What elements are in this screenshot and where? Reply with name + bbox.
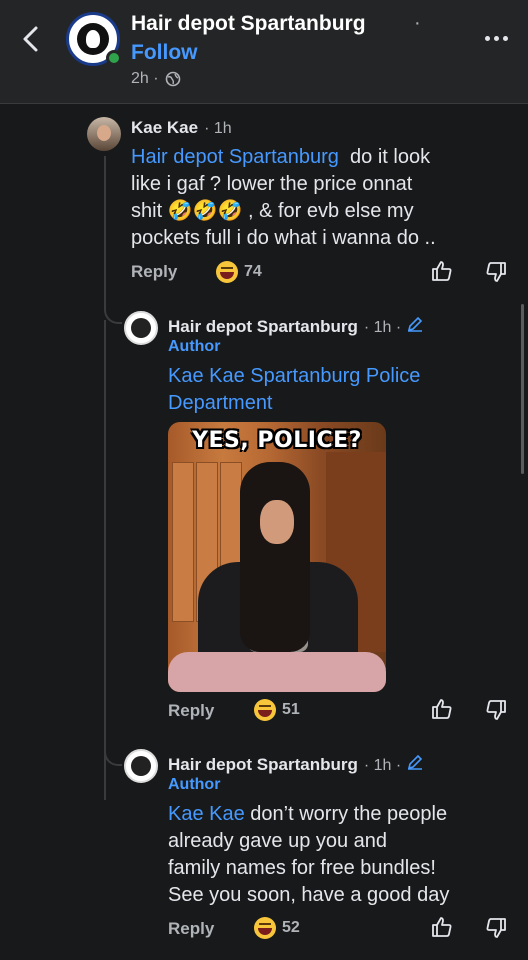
reaction-count: 51 — [282, 701, 300, 718]
avatar-kae-kae[interactable] — [87, 117, 121, 151]
page-name[interactable]: Hair depot Spartanburg — [131, 12, 366, 36]
edit-pencil-icon — [408, 754, 423, 770]
gif-attachment[interactable]: YES, POLICE? — [168, 422, 386, 692]
comment-1-header: Kae Kae · 1h — [131, 118, 232, 138]
mention-link[interactable]: Department — [168, 390, 508, 417]
text-line: See you soon, have a good day — [168, 884, 450, 906]
avatar-hair-depot[interactable] — [124, 749, 158, 783]
thumbs-up-icon[interactable] — [430, 259, 454, 283]
more-options-icon[interactable] — [478, 28, 514, 48]
thread-connector — [104, 284, 122, 324]
thumbs-down-icon[interactable] — [484, 260, 508, 284]
text-line: family names for free bundles! — [168, 857, 436, 879]
author-badge: Author — [168, 338, 221, 355]
reaction-summary[interactable]: 52 — [254, 917, 300, 939]
thread-connector — [104, 730, 122, 766]
post-time: 2h · — [131, 70, 159, 87]
edit-pencil-icon — [408, 316, 423, 332]
reaction-summary[interactable]: 74 — [216, 261, 262, 283]
thumbs-down-icon[interactable] — [484, 916, 508, 940]
comment-time: · 1h · — [363, 757, 402, 774]
text-line: do it look — [350, 146, 431, 168]
comment-author[interactable]: Hair depot Spartanburg — [168, 317, 358, 337]
back-arrow-icon[interactable] — [16, 22, 46, 56]
reaction-summary[interactable]: 51 — [254, 699, 300, 721]
comment-3-header: Hair depot Spartanburg · 1h · — [168, 754, 423, 775]
text-line: like i gaf ? lower the price onnat — [131, 173, 413, 195]
comment-2-header: Hair depot Spartanburg · 1h · — [168, 316, 423, 337]
thread-line — [104, 156, 106, 286]
online-status-dot — [106, 50, 122, 66]
reaction-count: 74 — [244, 263, 262, 280]
follow-button[interactable]: Follow — [131, 41, 198, 65]
avatar-hair-depot[interactable] — [124, 311, 158, 345]
text-line: , & for evb else my — [247, 200, 414, 222]
scrollbar[interactable] — [521, 304, 524, 474]
text-line: pockets full i do what i wanna do .. — [131, 227, 436, 249]
comment-author[interactable]: Kae Kae — [131, 118, 198, 138]
reaction-count: 52 — [282, 919, 300, 936]
comment-1-text: Hair depot Spartanburg do it look like i… — [131, 144, 521, 252]
mention-link[interactable]: Hair depot Spartanburg — [131, 146, 339, 168]
thumbs-up-icon[interactable] — [430, 915, 454, 939]
thumbs-up-icon[interactable] — [430, 697, 454, 721]
comment-time: · 1h — [204, 120, 232, 137]
text-line: shit — [131, 200, 163, 222]
thread-line — [104, 320, 106, 800]
author-badge: Author — [168, 776, 221, 793]
reply-button[interactable]: Reply — [168, 919, 214, 939]
reply-button[interactable]: Reply — [131, 262, 177, 282]
haha-reaction-icon — [254, 699, 276, 721]
text-line: don’t worry the people — [250, 803, 448, 825]
thumbs-down-icon[interactable] — [484, 698, 508, 722]
comment-time: · 1h · — [363, 319, 402, 336]
haha-reaction-icon — [216, 261, 238, 283]
comment-2-text: Kae Kae Spartanburg Police Department — [168, 363, 508, 417]
post-meta: 2h · — [131, 70, 181, 88]
haha-reaction-icon — [254, 917, 276, 939]
globe-icon — [165, 71, 180, 87]
comment-3-text: Kae Kae don’t worry the people already g… — [168, 801, 518, 909]
text-line: already gave up you and — [168, 830, 388, 852]
mention-link[interactable]: Kae Kae — [168, 803, 245, 825]
gif-caption: YES, POLICE? — [192, 428, 362, 453]
header-separator: · — [414, 12, 421, 34]
comment-author[interactable]: Hair depot Spartanburg — [168, 755, 358, 775]
reply-button[interactable]: Reply — [168, 701, 214, 721]
mention-link[interactable]: Kae Kae Spartanburg Police — [168, 363, 508, 390]
rofl-emoji: 🤣🤣🤣 — [167, 200, 243, 222]
